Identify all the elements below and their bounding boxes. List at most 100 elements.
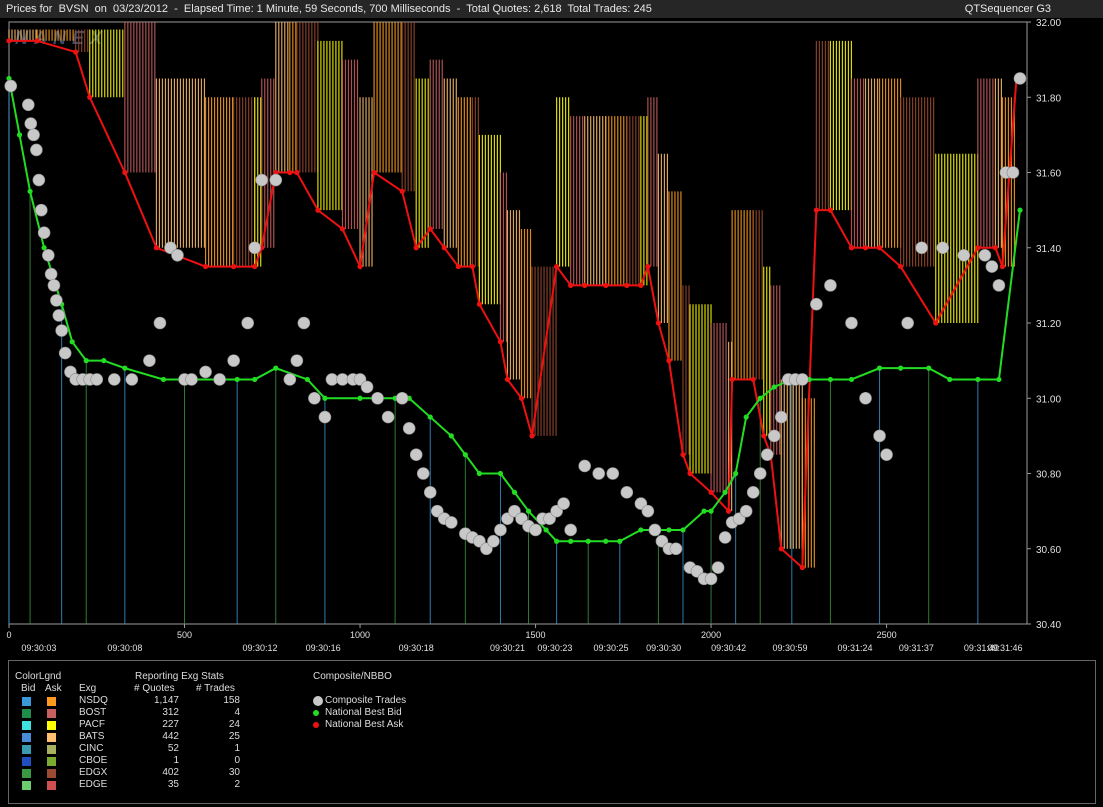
best-ask-point — [469, 263, 475, 270]
best-bid-point — [733, 470, 739, 477]
trade-point — [416, 467, 430, 480]
legend-marker — [313, 722, 319, 728]
best-bid-point — [448, 433, 454, 439]
trade-point — [248, 241, 262, 255]
trade-point — [50, 294, 63, 307]
best-bid-point — [234, 376, 240, 383]
time-label: 09:30:08 — [107, 643, 142, 653]
time-label: 09:30:18 — [399, 643, 434, 653]
best-ask-point — [778, 546, 784, 552]
trade-point — [241, 316, 255, 330]
time-label: 09:30:21 — [490, 643, 525, 653]
best-ask-point — [476, 301, 482, 307]
trade-point — [753, 467, 767, 480]
trade-point — [592, 467, 606, 480]
trade-point — [810, 297, 823, 311]
trade-point — [880, 448, 893, 461]
trade-point — [402, 422, 416, 435]
best-bid-point — [568, 538, 574, 544]
trade-count: 25 — [228, 731, 240, 742]
best-ask-point — [750, 376, 756, 383]
exchange-name: BOST — [79, 707, 107, 718]
best-ask-point — [315, 207, 321, 213]
trade-point — [529, 523, 542, 537]
trade-point — [55, 324, 68, 337]
best-ask-point — [497, 339, 504, 345]
best-ask-point — [399, 188, 405, 194]
trade-count: 30 — [228, 767, 240, 778]
best-bid-point — [83, 358, 89, 364]
trade-point — [58, 346, 72, 360]
trade-point — [30, 143, 43, 157]
best-ask-point — [371, 169, 377, 176]
best-bid-point — [273, 365, 279, 371]
best-ask-point — [726, 508, 732, 514]
exchange-name: EDGX — [79, 767, 108, 778]
best-ask-point — [529, 433, 535, 439]
bid-swatch — [22, 745, 31, 754]
best-ask-point — [813, 207, 819, 213]
trade-point — [22, 98, 35, 112]
legend-label: National Best Ask — [325, 719, 404, 730]
trade-point — [845, 316, 858, 330]
stats-title: Reporting Exg Stats — [135, 671, 224, 682]
trade-point — [578, 459, 591, 473]
best-ask-point — [554, 263, 560, 270]
time-label: 09:30:23 — [537, 643, 572, 653]
trade-point — [957, 248, 971, 262]
best-ask-point — [294, 169, 300, 176]
best-bid-point — [898, 365, 904, 371]
price-chart[interactable]: NANEX30.4030.6030.8031.0031.2031.4031.60… — [0, 18, 1103, 660]
best-ask-point — [992, 245, 999, 251]
best-bid-point — [848, 376, 855, 383]
trade-point — [143, 354, 156, 367]
best-bid-point — [975, 376, 981, 383]
y-tick-label: 31.00 — [1036, 394, 1061, 405]
trade-point — [992, 279, 1006, 292]
trade-point — [27, 128, 40, 142]
exchange-row: EDGE 35 2 — [9, 779, 269, 791]
exchange-row: CBOE 1 0 — [9, 755, 269, 767]
y-tick-label: 31.40 — [1036, 244, 1061, 255]
best-ask-point — [427, 226, 433, 232]
trade-point — [336, 373, 349, 386]
best-bid-point — [511, 489, 518, 495]
trade-point — [44, 267, 58, 281]
exchange-name: EDGE — [79, 779, 108, 790]
legend-panel: ColorLgnd Bid Ask Reporting Exg Stats Ex… — [8, 660, 1096, 804]
trade-point — [423, 486, 437, 499]
best-bid-point — [69, 339, 75, 345]
trade-count: 4 — [234, 707, 240, 718]
time-label: 09:31:37 — [899, 643, 934, 653]
trade-point — [409, 448, 423, 461]
trade-count: 24 — [228, 719, 240, 730]
quote-count: 227 — [162, 719, 179, 730]
trade-point — [325, 373, 339, 386]
trade-point — [718, 531, 732, 544]
best-bid-point — [827, 376, 834, 383]
bid-swatch — [22, 709, 31, 718]
best-ask-point — [827, 207, 834, 213]
quote-count: 52 — [167, 743, 179, 754]
best-bid-point — [476, 470, 482, 477]
best-bid-point — [666, 527, 672, 533]
x-tick-label: 1500 — [526, 630, 546, 640]
trade-point — [445, 516, 458, 529]
best-ask-point — [568, 282, 574, 288]
best-bid-point — [638, 527, 644, 533]
best-ask-point — [624, 282, 630, 288]
best-ask-point — [455, 263, 461, 270]
trade-point — [52, 309, 66, 322]
best-ask-point — [153, 245, 160, 251]
trade-count: 0 — [234, 755, 240, 766]
trade-point — [34, 203, 48, 217]
best-ask-point — [862, 245, 869, 251]
ask-swatch — [47, 757, 56, 766]
trade-count: 158 — [223, 695, 240, 706]
best-ask-point — [441, 245, 447, 251]
best-bid-point — [427, 414, 433, 420]
time-label: 09:31:46 — [987, 643, 1022, 653]
best-ask-point — [666, 358, 672, 364]
best-bid-point — [947, 376, 953, 383]
best-bid-point — [357, 395, 363, 401]
